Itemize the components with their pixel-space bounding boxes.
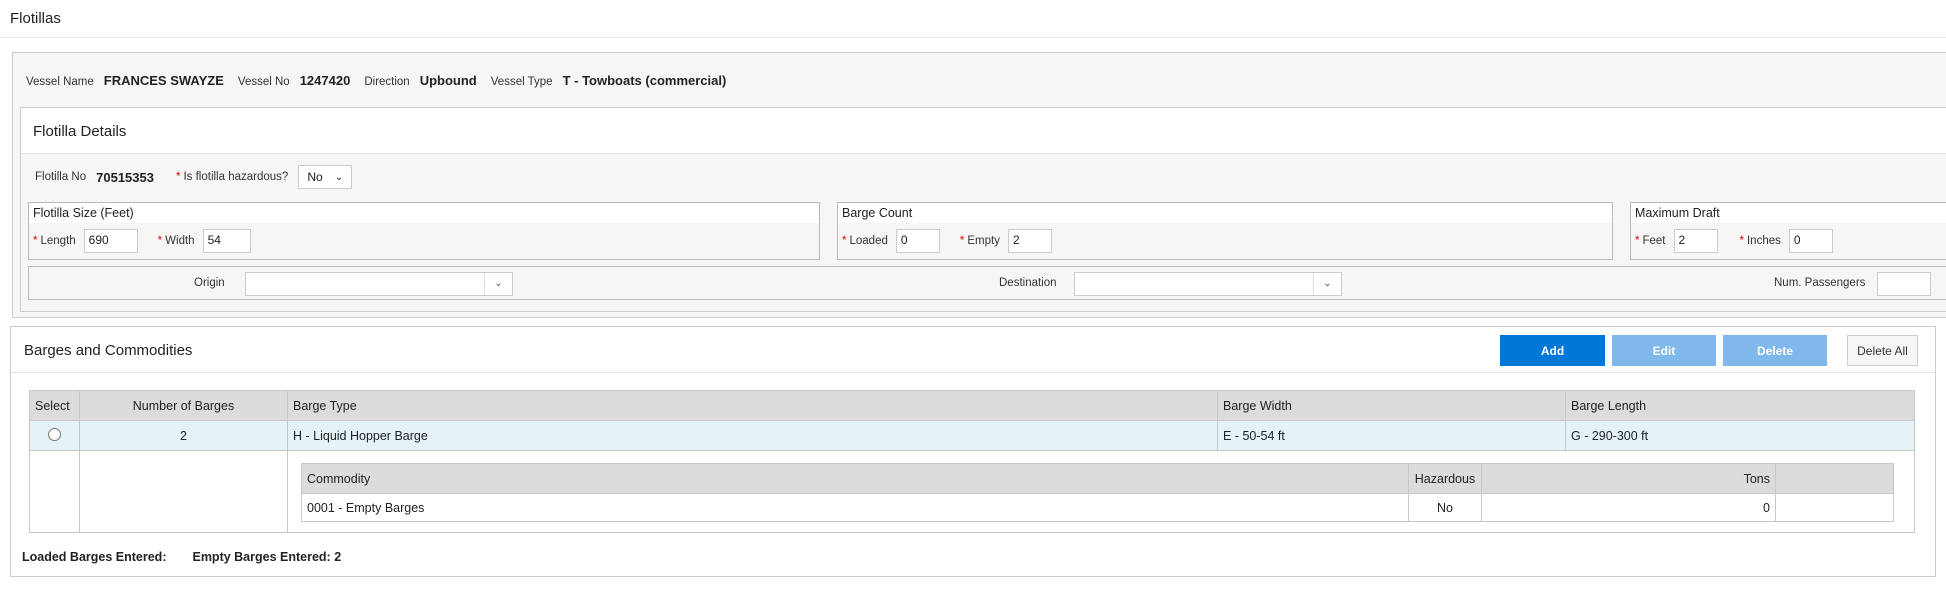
- inches-label: Inches: [1746, 235, 1781, 247]
- barges-heading: Barges and Commodities: [24, 342, 193, 359]
- barges-table: Select Number of Barges Barge Type Barge…: [29, 390, 1915, 533]
- width-label: Width: [165, 235, 195, 247]
- cell-length: G - 290-300 ft: [1565, 420, 1915, 451]
- cell-tons: 0: [1481, 493, 1776, 522]
- cell-commodity: 0001 - Empty Barges: [301, 493, 1409, 522]
- col-width: Barge Width: [1217, 390, 1566, 421]
- direction-label: Direction: [364, 76, 410, 88]
- flotilla-details-panel: Flotilla Details Flotilla No 70515353 * I…: [20, 107, 1946, 312]
- vessel-name: FRANCES SWAYZE: [103, 73, 224, 88]
- max-draft-legend: Maximum Draft: [1631, 203, 1946, 223]
- barge-count-fieldset: Barge Count * Loaded 0 * Empty 2: [837, 202, 1613, 260]
- loaded-label: Loaded: [849, 235, 888, 247]
- barges-panel: Barges and Commodities Add Edit Delete D…: [10, 326, 1936, 577]
- commodity-table: Commodity Hazardous Tons 0001 - Empty Ba…: [301, 463, 1894, 522]
- empty-label: Empty: [967, 235, 1000, 247]
- length-input[interactable]: 690: [83, 229, 138, 253]
- col-select: Select: [29, 390, 80, 421]
- cell-number: 2: [79, 420, 288, 451]
- delete-button[interactable]: Delete: [1723, 335, 1827, 366]
- select-radio[interactable]: [48, 427, 61, 441]
- direction: Upbound: [419, 73, 477, 88]
- cell-width: E - 50-54 ft: [1217, 420, 1566, 451]
- hazardous-value: No: [307, 170, 323, 184]
- col-number: Number of Barges: [79, 390, 288, 421]
- empty-input[interactable]: 2: [1007, 229, 1052, 253]
- chevron-down-icon: ⌄: [334, 171, 344, 183]
- col-tons: Tons: [1481, 463, 1776, 494]
- col-hazardous: Hazardous: [1408, 463, 1482, 494]
- hazardous-label: Is flotilla hazardous?: [183, 171, 289, 183]
- feet-input[interactable]: 2: [1673, 229, 1718, 253]
- edit-button[interactable]: Edit: [1612, 335, 1716, 366]
- page-title: Flotillas: [10, 10, 61, 27]
- vessel-type: T - Towboats (commercial): [562, 73, 727, 88]
- inches-input[interactable]: 0: [1788, 229, 1833, 253]
- commodity-row: 0001 - Empty Barges No 0: [301, 493, 1894, 522]
- chevron-down-icon: ⌄: [484, 273, 512, 295]
- divider: [0, 37, 1946, 38]
- destination-label: Destination: [999, 277, 1057, 289]
- length-label: Length: [40, 235, 76, 247]
- add-button[interactable]: Add: [1500, 335, 1605, 366]
- max-draft-fieldset: Maximum Draft * Feet 2 * Inches 0: [1630, 202, 1946, 260]
- col-commodity: Commodity: [301, 463, 1409, 494]
- passengers-input[interactable]: [1877, 272, 1931, 296]
- delete-all-button[interactable]: Delete All: [1847, 335, 1918, 366]
- vessel-info: Vessel Name FRANCES SWAYZE Vessel No 124…: [26, 73, 730, 88]
- cell-hazardous: No: [1408, 493, 1482, 522]
- vessel-type-label: Vessel Type: [490, 76, 553, 88]
- empty-entered: Empty Barges Entered: 2: [192, 550, 342, 564]
- destination-select[interactable]: ⌄: [1074, 272, 1342, 296]
- cell-type: H - Liquid Hopper Barge: [287, 420, 1218, 451]
- col-length: Barge Length: [1565, 390, 1915, 421]
- location-row: Origin ⌄ Destination ⌄ Num. Passengers: [28, 266, 1946, 300]
- hazardous-select[interactable]: No ⌄: [298, 165, 353, 189]
- loaded-input[interactable]: 0: [895, 229, 940, 253]
- col-type: Barge Type: [287, 390, 1218, 421]
- flotilla-size-legend: Flotilla Size (Feet): [29, 203, 819, 223]
- origin-label: Origin: [194, 277, 225, 289]
- flotilla-details-heading: Flotilla Details: [33, 123, 127, 140]
- flotilla-no: 70515353: [96, 169, 154, 185]
- vessel-no: 1247420: [299, 73, 351, 88]
- loaded-entered: Loaded Barges Entered:: [22, 550, 167, 564]
- table-row[interactable]: 2 H - Liquid Hopper Barge E - 50-54 ft G…: [29, 420, 1915, 451]
- vessel-no-label: Vessel No: [237, 76, 290, 88]
- col-blank: [1775, 463, 1894, 494]
- width-input[interactable]: 54: [202, 229, 251, 253]
- vessel-name-label: Vessel Name: [26, 76, 94, 88]
- passengers-label: Num. Passengers: [1774, 277, 1866, 289]
- origin-select[interactable]: ⌄: [245, 272, 513, 296]
- flotilla-size-fieldset: Flotilla Size (Feet) * Length 690 * Width …: [28, 202, 820, 260]
- chevron-down-icon: ⌄: [1313, 273, 1341, 295]
- barge-count-legend: Barge Count: [838, 203, 1612, 223]
- feet-label: Feet: [1642, 235, 1666, 247]
- flotilla-no-label: Flotilla No: [35, 171, 87, 183]
